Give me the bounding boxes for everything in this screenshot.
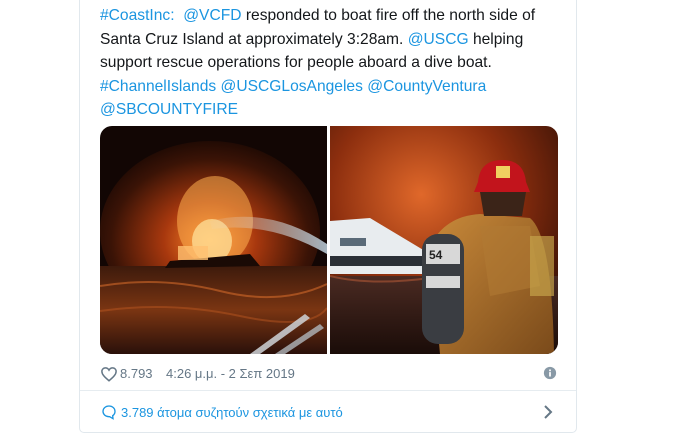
tweet-timestamp[interactable]: 4:26 μ.μ. - 2 Σεπ 2019 <box>166 366 295 381</box>
tweet-divider <box>80 390 576 391</box>
hashtag-coastinc-link[interactable]: #CoastInc: <box>100 7 175 24</box>
chevron-right-icon[interactable] <box>541 404 555 420</box>
mention-uscg-link[interactable]: @USCG <box>408 31 469 48</box>
heart-icon[interactable] <box>100 365 118 383</box>
speech-bubble-icon <box>102 405 116 420</box>
info-icon[interactable] <box>543 366 557 380</box>
svg-text:54: 54 <box>429 248 443 262</box>
mention-vcfd-link[interactable]: @VCFD <box>183 7 241 24</box>
tweet-media: 54 <box>100 126 558 354</box>
mention-sbcountyfire-link[interactable]: @SBCOUNTYFIRE <box>100 101 238 118</box>
mention-countyventura-link[interactable]: @CountyVentura <box>367 78 486 95</box>
mention-uscglosangeles-link[interactable]: @USCGLosAngeles <box>221 78 363 95</box>
firefighter-photo[interactable]: 54 <box>330 126 558 354</box>
likes-count[interactable]: 8.793 <box>120 366 153 381</box>
tweet-meta: 8.793 4:26 μ.μ. - 2 Σεπ 2019 <box>100 365 560 383</box>
conversation-link[interactable]: 3.789 άτομα συζητούν σχετικά με αυτό <box>80 395 576 429</box>
tweet-text: #CoastInc: @VCFD responded to boat fire … <box>100 4 570 122</box>
conversation-label[interactable]: 3.789 άτομα συζητούν σχετικά με αυτό <box>121 405 343 420</box>
boat-fire-photo[interactable] <box>100 126 327 354</box>
hashtag-channelislands-link[interactable]: #ChannelIslands <box>100 78 216 95</box>
